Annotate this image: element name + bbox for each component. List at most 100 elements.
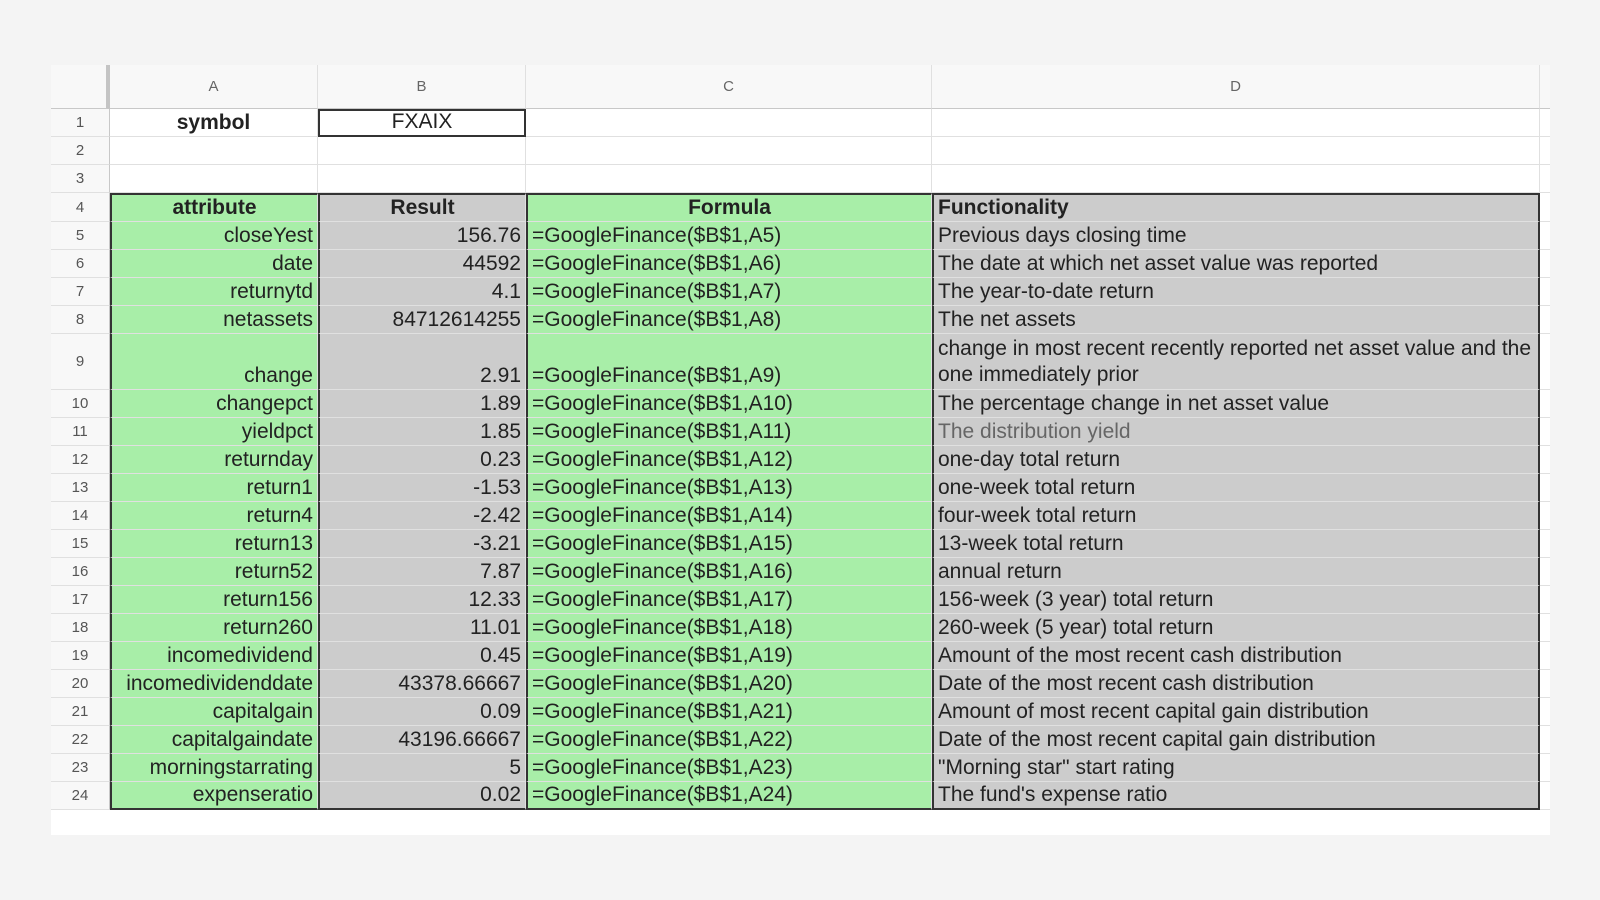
attribute-cell[interactable]: capitalgaindate [110,726,318,754]
attribute-cell[interactable]: return156 [110,586,318,614]
result-cell[interactable]: 7.87 [318,558,526,586]
sheet-cell[interactable] [110,137,318,165]
result-cell[interactable]: 1.85 [318,418,526,446]
row-header[interactable]: 7 [51,278,110,306]
sheet-cell[interactable] [932,165,1540,193]
formula-cell[interactable]: =GoogleFinance($B$1,A24) [526,782,932,810]
row-header[interactable]: 21 [51,698,110,726]
sheet-cell[interactable] [318,165,526,193]
sheet-cell[interactable] [1540,334,1550,390]
formula-cell[interactable]: =GoogleFinance($B$1,A14) [526,502,932,530]
functionality-cell[interactable]: The fund's expense ratio [932,782,1540,810]
functionality-cell[interactable]: change in most recent recently reported … [932,334,1540,390]
functionality-cell[interactable]: The net assets [932,306,1540,334]
column-header-e[interactable] [1540,65,1550,109]
formula-cell[interactable]: =GoogleFinance($B$1,A16) [526,558,932,586]
formula-cell[interactable]: =GoogleFinance($B$1,A12) [526,446,932,474]
row-header[interactable]: 11 [51,418,110,446]
sheet-cell[interactable] [1540,586,1550,614]
functionality-cell[interactable]: one-day total return [932,446,1540,474]
result-cell[interactable]: -1.53 [318,474,526,502]
column-header-a[interactable]: A [110,65,318,109]
row-header[interactable]: 8 [51,306,110,334]
sheet-cell[interactable] [1540,726,1550,754]
row-header[interactable]: 15 [51,530,110,558]
header-result[interactable]: Result [318,193,526,222]
column-header-b[interactable]: B [318,65,526,109]
sheet-cell[interactable] [526,165,932,193]
sheet-cell[interactable] [1540,530,1550,558]
sheet-cell[interactable] [1540,222,1550,250]
row-header[interactable]: 24 [51,782,110,810]
attribute-cell[interactable]: date [110,250,318,278]
sheet-cell[interactable] [318,137,526,165]
result-cell[interactable]: 0.23 [318,446,526,474]
result-cell[interactable]: 43378.66667 [318,670,526,698]
functionality-cell[interactable]: annual return [932,558,1540,586]
sheet-cell[interactable] [1540,418,1550,446]
result-cell[interactable]: 0.09 [318,698,526,726]
attribute-cell[interactable]: closeYest [110,222,318,250]
attribute-cell[interactable]: return13 [110,530,318,558]
row-header[interactable]: 20 [51,670,110,698]
result-cell[interactable]: 84712614255 [318,306,526,334]
sheet-cell[interactable] [1540,754,1550,782]
functionality-cell[interactable]: Previous days closing time [932,222,1540,250]
formula-cell[interactable]: =GoogleFinance($B$1,A23) [526,754,932,782]
attribute-cell[interactable]: expenseratio [110,782,318,810]
result-cell[interactable]: 12.33 [318,586,526,614]
row-header[interactable]: 4 [51,193,110,222]
functionality-cell[interactable]: Amount of the most recent cash distribut… [932,642,1540,670]
sheet-cell[interactable] [932,137,1540,165]
column-header-c[interactable]: C [526,65,932,109]
functionality-cell[interactable]: 260-week (5 year) total return [932,614,1540,642]
formula-cell[interactable]: =GoogleFinance($B$1,A15) [526,530,932,558]
row-header[interactable]: 6 [51,250,110,278]
row-header[interactable]: 1 [51,109,110,137]
formula-cell[interactable]: =GoogleFinance($B$1,A6) [526,250,932,278]
sheet-cell[interactable] [526,109,932,137]
sheet-cell[interactable] [1540,109,1550,137]
header-functionality[interactable]: Functionality [932,193,1540,222]
functionality-cell[interactable]: The percentage change in net asset value [932,390,1540,418]
sheet-cell[interactable] [1540,278,1550,306]
functionality-cell[interactable]: 156-week (3 year) total return [932,586,1540,614]
formula-cell[interactable]: =GoogleFinance($B$1,A13) [526,474,932,502]
result-cell[interactable]: -3.21 [318,530,526,558]
result-cell[interactable]: 1.89 [318,390,526,418]
attribute-cell[interactable]: return52 [110,558,318,586]
sheet-cell[interactable] [1540,670,1550,698]
column-header-d[interactable]: D [932,65,1540,109]
row-header[interactable]: 10 [51,390,110,418]
attribute-cell[interactable]: yieldpct [110,418,318,446]
result-cell[interactable]: -2.42 [318,502,526,530]
row-header[interactable]: 14 [51,502,110,530]
select-all-corner[interactable] [51,65,110,109]
attribute-cell[interactable]: incomedividenddate [110,670,318,698]
attribute-cell[interactable]: return260 [110,614,318,642]
symbol-label-cell[interactable]: symbol [110,109,318,137]
row-header[interactable]: 17 [51,586,110,614]
sheet-cell[interactable] [1540,782,1550,810]
functionality-cell[interactable]: 13-week total return [932,530,1540,558]
formula-cell[interactable]: =GoogleFinance($B$1,A7) [526,278,932,306]
attribute-cell[interactable]: return4 [110,502,318,530]
formula-cell[interactable]: =GoogleFinance($B$1,A17) [526,586,932,614]
header-attribute[interactable]: attribute [110,193,318,222]
attribute-cell[interactable]: capitalgain [110,698,318,726]
formula-cell[interactable]: =GoogleFinance($B$1,A11) [526,418,932,446]
row-header[interactable]: 2 [51,137,110,165]
functionality-cell[interactable]: four-week total return [932,502,1540,530]
row-header[interactable]: 9 [51,334,110,390]
sheet-cell[interactable] [932,109,1540,137]
attribute-cell[interactable]: netassets [110,306,318,334]
sheet-cell[interactable] [526,137,932,165]
sheet-cell[interactable] [1540,558,1550,586]
functionality-cell[interactable]: The year-to-date return [932,278,1540,306]
sheet-cell[interactable] [1540,165,1550,193]
attribute-cell[interactable]: returnytd [110,278,318,306]
sheet-cell[interactable] [1540,614,1550,642]
result-cell[interactable]: 4.1 [318,278,526,306]
formula-cell[interactable]: =GoogleFinance($B$1,A9) [526,334,932,390]
row-header[interactable]: 16 [51,558,110,586]
